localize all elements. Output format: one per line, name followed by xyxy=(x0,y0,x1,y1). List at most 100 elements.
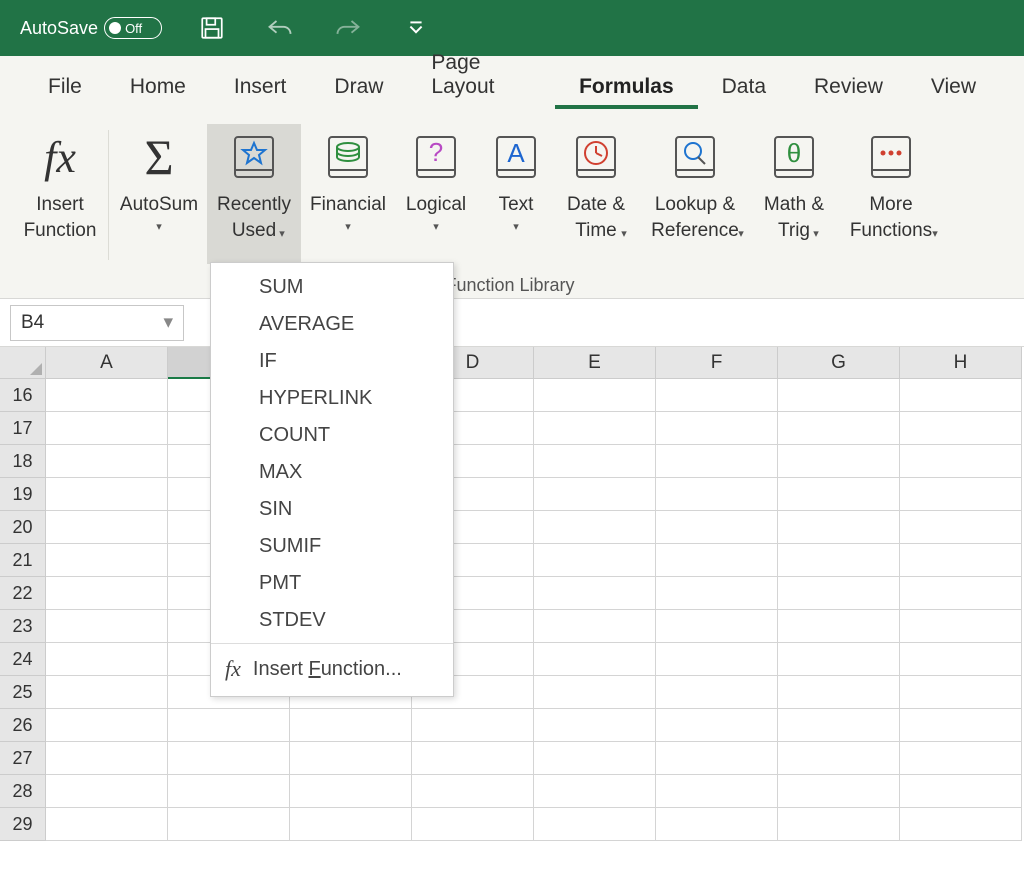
autosum-button[interactable]: Σ AutoSum ▾ xyxy=(111,124,207,264)
cell-A19[interactable] xyxy=(46,478,168,511)
logical-button[interactable]: ? Logical ▾ xyxy=(395,124,477,264)
cell-E16[interactable] xyxy=(534,379,656,412)
cell-H29[interactable] xyxy=(900,808,1022,841)
row-header-19[interactable]: 19 xyxy=(0,478,46,511)
redo-icon[interactable] xyxy=(334,14,362,42)
cell-G29[interactable] xyxy=(778,808,900,841)
menuitem-stdev[interactable]: STDEV xyxy=(211,602,453,639)
cell-G21[interactable] xyxy=(778,544,900,577)
insert-function-button[interactable]: fx Insert Function xyxy=(14,124,106,264)
cell-C29[interactable] xyxy=(290,808,412,841)
cell-F20[interactable] xyxy=(656,511,778,544)
recently-used-button[interactable]: Recently Used ▾ xyxy=(207,124,301,264)
cell-E26[interactable] xyxy=(534,709,656,742)
cell-G26[interactable] xyxy=(778,709,900,742)
cell-E25[interactable] xyxy=(534,676,656,709)
menuitem-sumif[interactable]: SUMIF xyxy=(211,528,453,565)
tab-insert[interactable]: Insert xyxy=(210,65,311,109)
cell-C27[interactable] xyxy=(290,742,412,775)
cell-G16[interactable] xyxy=(778,379,900,412)
lookup-reference-button[interactable]: Lookup & Reference ▾ xyxy=(637,124,753,264)
cell-E22[interactable] xyxy=(534,577,656,610)
menuitem-count[interactable]: COUNT xyxy=(211,417,453,454)
cell-C28[interactable] xyxy=(290,775,412,808)
cell-G23[interactable] xyxy=(778,610,900,643)
cell-G17[interactable] xyxy=(778,412,900,445)
cell-A28[interactable] xyxy=(46,775,168,808)
cell-E18[interactable] xyxy=(534,445,656,478)
autosave-toggle[interactable]: AutoSave Off xyxy=(20,17,162,39)
row-header-24[interactable]: 24 xyxy=(0,643,46,676)
cell-A16[interactable] xyxy=(46,379,168,412)
cell-A24[interactable] xyxy=(46,643,168,676)
row-header-27[interactable]: 27 xyxy=(0,742,46,775)
cell-F25[interactable] xyxy=(656,676,778,709)
cell-A26[interactable] xyxy=(46,709,168,742)
column-header-G[interactable]: G xyxy=(778,347,900,379)
row-header-16[interactable]: 16 xyxy=(0,379,46,412)
row-header-28[interactable]: 28 xyxy=(0,775,46,808)
menuitem-max[interactable]: MAX xyxy=(211,454,453,491)
cell-C26[interactable] xyxy=(290,709,412,742)
cell-A27[interactable] xyxy=(46,742,168,775)
cell-F24[interactable] xyxy=(656,643,778,676)
cell-H28[interactable] xyxy=(900,775,1022,808)
cell-E27[interactable] xyxy=(534,742,656,775)
tab-review[interactable]: Review xyxy=(790,65,907,109)
tab-home[interactable]: Home xyxy=(106,65,210,109)
cell-D29[interactable] xyxy=(412,808,534,841)
cell-G25[interactable] xyxy=(778,676,900,709)
menuitem-sum[interactable]: SUM xyxy=(211,269,453,306)
row-header-17[interactable]: 17 xyxy=(0,412,46,445)
cell-F17[interactable] xyxy=(656,412,778,445)
tab-data[interactable]: Data xyxy=(698,65,790,109)
row-header-29[interactable]: 29 xyxy=(0,808,46,841)
cell-H22[interactable] xyxy=(900,577,1022,610)
insert-function-menuitem[interactable]: fx Insert Function... xyxy=(211,648,453,690)
cell-B29[interactable] xyxy=(168,808,290,841)
cell-G27[interactable] xyxy=(778,742,900,775)
cell-F29[interactable] xyxy=(656,808,778,841)
row-header-22[interactable]: 22 xyxy=(0,577,46,610)
column-header-F[interactable]: F xyxy=(656,347,778,379)
math-trig-button[interactable]: θ Math & Trig ▾ xyxy=(753,124,835,264)
cell-F23[interactable] xyxy=(656,610,778,643)
cell-H17[interactable] xyxy=(900,412,1022,445)
cell-E29[interactable] xyxy=(534,808,656,841)
tab-file[interactable]: File xyxy=(24,65,106,109)
cell-G24[interactable] xyxy=(778,643,900,676)
cell-H24[interactable] xyxy=(900,643,1022,676)
cell-H16[interactable] xyxy=(900,379,1022,412)
column-header-H[interactable]: H xyxy=(900,347,1022,379)
column-header-E[interactable]: E xyxy=(534,347,656,379)
cell-F16[interactable] xyxy=(656,379,778,412)
cell-D27[interactable] xyxy=(412,742,534,775)
cell-A21[interactable] xyxy=(46,544,168,577)
row-header-26[interactable]: 26 xyxy=(0,709,46,742)
more-functions-button[interactable]: More Functions ▾ xyxy=(835,124,947,264)
menuitem-pmt[interactable]: PMT xyxy=(211,565,453,602)
cell-E17[interactable] xyxy=(534,412,656,445)
cell-H26[interactable] xyxy=(900,709,1022,742)
menuitem-hyperlink[interactable]: HYPERLINK xyxy=(211,380,453,417)
cell-H20[interactable] xyxy=(900,511,1022,544)
cell-E19[interactable] xyxy=(534,478,656,511)
row-header-21[interactable]: 21 xyxy=(0,544,46,577)
cell-G19[interactable] xyxy=(778,478,900,511)
cell-H25[interactable] xyxy=(900,676,1022,709)
cell-D26[interactable] xyxy=(412,709,534,742)
tab-draw[interactable]: Draw xyxy=(310,65,407,109)
row-header-20[interactable]: 20 xyxy=(0,511,46,544)
cell-A25[interactable] xyxy=(46,676,168,709)
cell-G20[interactable] xyxy=(778,511,900,544)
cell-E28[interactable] xyxy=(534,775,656,808)
select-all-corner[interactable] xyxy=(0,347,46,379)
cell-A17[interactable] xyxy=(46,412,168,445)
cell-F27[interactable] xyxy=(656,742,778,775)
name-box[interactable]: B4 ▾ xyxy=(10,305,184,341)
cell-A18[interactable] xyxy=(46,445,168,478)
cell-F22[interactable] xyxy=(656,577,778,610)
cell-E20[interactable] xyxy=(534,511,656,544)
tab-view[interactable]: View xyxy=(907,65,1000,109)
cell-B27[interactable] xyxy=(168,742,290,775)
